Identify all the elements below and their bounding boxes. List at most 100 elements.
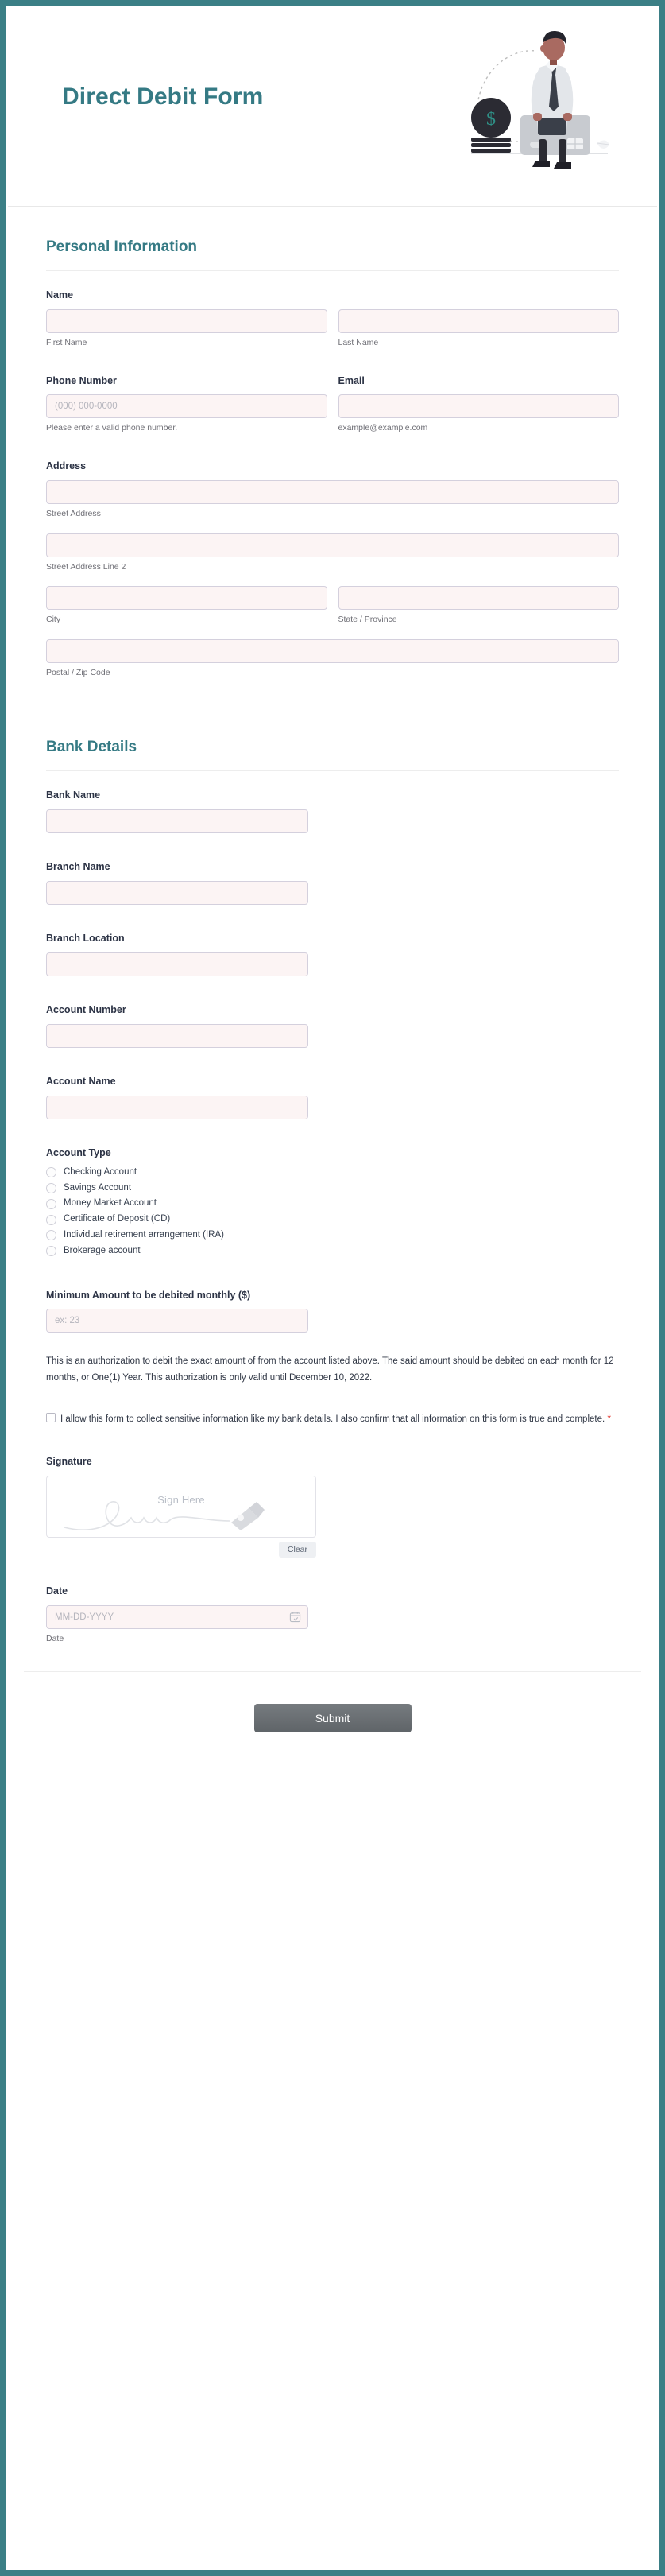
radio-label: Individual retirement arrangement (IRA) [64,1229,224,1240]
phone-email-row: Phone Number Please enter a valid phone … [46,374,619,435]
field-account-type: Account Type Checking Account Savings Ac… [46,1146,619,1257]
personal-fields: Name First Name Last Name Phone Number (… [30,271,635,678]
header-illustration: $ [457,24,616,175]
field-account-number: Account Number [46,1003,619,1048]
required-asterisk: * [607,1412,612,1424]
field-label-account-name: Account Name [46,1075,116,1087]
radio-option-certificate-of-deposit[interactable]: Certificate of Deposit (CD) [46,1214,619,1225]
phone-sublabel: Please enter a valid phone number. [46,423,178,433]
field-label-branch-name: Branch Name [46,861,110,873]
state-province-input[interactable] [338,586,619,611]
city-col: City [46,586,327,626]
first-name-sublabel: First Name [46,337,87,347]
email-sublabel: example@example.com [338,423,428,433]
email-col: Email example@example.com [338,374,619,435]
radio-circle-icon[interactable] [46,1198,56,1209]
minimum-amount-input[interactable] [46,1309,308,1333]
radio-circle-icon[interactable] [46,1182,56,1193]
consent-row[interactable]: I allow this form to collect sensitive i… [46,1410,619,1428]
submit-button[interactable]: Submit [253,1704,412,1733]
date-input-wrap [46,1604,308,1629]
radio-label: Money Market Account [64,1198,157,1208]
radio-option-brokerage-account[interactable]: Brokerage account [46,1246,619,1257]
field-label-branch-location: Branch Location [46,933,125,945]
street-address-2-input[interactable] [46,533,619,557]
page-title: Direct Debit Form [62,83,264,110]
date-input[interactable] [46,1604,308,1629]
account-number-input[interactable] [46,1023,308,1048]
radio-circle-icon[interactable] [46,1230,56,1241]
state-col: State / Province [338,586,619,626]
section-title-bank: Bank Details [46,739,137,756]
section-title-personal: Personal Information [46,239,198,255]
phone-input[interactable] [46,394,327,419]
street-address-sublabel: Street Address [46,508,101,518]
field-label-address: Address [46,460,87,472]
signature-squiggle-icon [61,1497,300,1537]
field-label-signature: Signature [46,1455,92,1467]
bank-name-input[interactable] [46,809,308,834]
name-row: First Name Last Name [46,308,619,349]
signature-clear-row: Clear [46,1541,316,1558]
radio-option-checking-account[interactable]: Checking Account [46,1167,619,1178]
form-page: Direct Debit Form $ Personal Information… [8,8,657,2568]
date-sublabel: Date [46,1633,64,1643]
radio-option-savings-account[interactable]: Savings Account [46,1183,619,1194]
last-name-col: Last Name [338,308,619,349]
branch-location-input[interactable] [46,952,308,977]
submit-row: Submit [8,1672,657,1775]
field-minimum-amount: Minimum Amount to be debited monthly ($) [46,1289,619,1333]
form-page-frame: Direct Debit Form $ Personal Information… [0,0,665,2576]
city-input[interactable] [46,586,327,611]
first-name-col: First Name [46,308,327,349]
account-type-radio-group: Checking Account Savings Account Money M… [46,1167,619,1257]
radio-circle-icon[interactable] [46,1246,56,1257]
radio-option-money-market-account[interactable]: Money Market Account [46,1198,619,1209]
account-name-input[interactable] [46,1095,308,1119]
email-input[interactable] [338,394,619,419]
clear-signature-button[interactable]: Clear [278,1541,316,1558]
svg-text:$: $ [486,109,496,130]
last-name-sublabel: Last Name [338,337,379,347]
field-branch-location: Branch Location [46,932,619,977]
section-personal-information: Personal Information Name First Name Las… [8,207,657,678]
section-header: Personal Information [30,207,635,271]
bank-fields: Bank Name Branch Name Branch Location Ac… [30,771,635,1644]
field-label-name: Name [46,289,74,301]
authorization-text: This is an authorization to debit the ex… [46,1356,614,1383]
branch-name-input[interactable] [46,881,308,906]
field-label-date: Date [46,1585,68,1596]
first-name-input[interactable] [46,308,327,333]
field-label-account-type: Account Type [46,1146,111,1158]
field-name: Name First Name Last Name [46,289,619,349]
field-label-account-number: Account Number [46,1004,126,1016]
radio-label: Brokerage account [64,1245,141,1255]
city-sublabel: City [46,615,61,625]
field-label-phone: Phone Number [46,374,117,386]
bank-section-header: Bank Details [30,696,635,772]
radio-label: Savings Account [64,1182,132,1193]
consent-label: I allow this form to collect sensitive i… [60,1414,605,1424]
radio-circle-icon[interactable] [46,1167,56,1178]
last-name-input[interactable] [338,308,619,333]
field-bank-name: Bank Name [46,789,619,834]
section-bank-details: Bank Details Bank Name Branch Name Branc… [8,696,657,1644]
radio-option-individual-retirement-arrangement[interactable]: Individual retirement arrangement (IRA) [46,1230,619,1241]
form-header: Direct Debit Form $ [8,8,657,207]
city-state-row: City State / Province [46,586,619,626]
field-branch-name: Branch Name [46,860,619,906]
field-account-name: Account Name [46,1075,619,1119]
radio-label: Checking Account [64,1166,137,1177]
phone-col: Phone Number Please enter a valid phone … [46,374,327,435]
radio-circle-icon[interactable] [46,1214,56,1225]
consent-checkbox[interactable] [46,1412,56,1422]
street-address-input[interactable] [46,479,619,504]
field-phone-email: Phone Number Please enter a valid phone … [46,374,619,435]
field-label-email: Email [338,374,365,386]
signature-pad[interactable]: Sign Here [46,1475,316,1538]
field-label-bank-name: Bank Name [46,789,101,801]
postal-zip-input[interactable] [46,638,619,663]
field-address: Address Street Address Street Address Li… [46,460,619,678]
street-address-2-sublabel: Street Address Line 2 [46,561,126,572]
radio-label: Certificate of Deposit (CD) [64,1214,171,1224]
